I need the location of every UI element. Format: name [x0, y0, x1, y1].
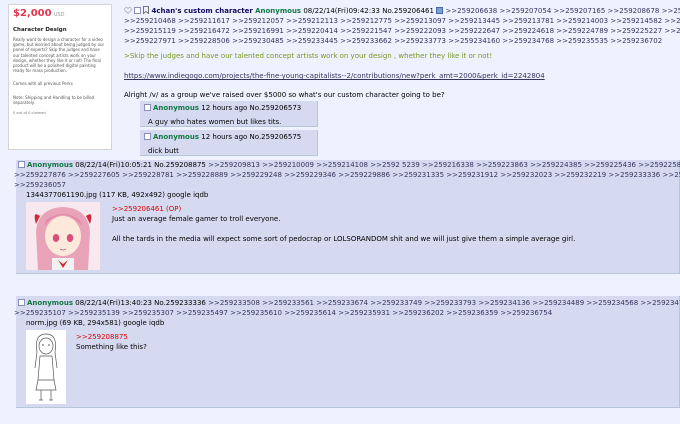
post-datetime: 08/22/14(Fri)13:40:23: [75, 299, 152, 307]
post-quote[interactable]: >>259206461 (OP): [112, 204, 181, 214]
poster-name: Anonymous: [27, 161, 74, 169]
post-checkbox[interactable]: [134, 7, 142, 14]
perk-includes: Comes with all previous Perks: [13, 81, 73, 87]
quotelinks-row-1[interactable]: >>259206638 >>259207054 >>259207165 >>25…: [445, 7, 680, 15]
post-body-line-1: Just an average female gamer to troll ev…: [112, 215, 281, 223]
inline-reply-2: Anonymous 12 hours ago No.259206575 dick…: [140, 130, 318, 156]
quotelinks-row-4[interactable]: >>259227971 >>259228506 >>259230485 >>25…: [124, 36, 662, 46]
post-image[interactable]: [26, 202, 100, 270]
op-link[interactable]: https://www.indiegogo.com/projects/the-f…: [124, 71, 545, 81]
post-image[interactable]: [26, 330, 66, 404]
quotelinks-row-3[interactable]: >>259215119 >>259216472 >>259216991 >>25…: [124, 26, 680, 36]
post-time: 12 hours ago: [201, 133, 248, 141]
perk-currency: USD: [53, 12, 65, 18]
post-number[interactable]: No.259208875: [154, 161, 206, 169]
reply-post-259208875: Anonymous 08/22/14(Fri)10:05:21 No.25920…: [14, 160, 680, 274]
perk-price: $2,000: [13, 8, 52, 19]
post-body-line-1: Something like this?: [76, 343, 147, 351]
file-link[interactable]: 1344377061190.jpg (117 KB, 492x492) goog…: [26, 191, 208, 199]
poster-name: Anonymous: [153, 133, 200, 141]
post-number[interactable]: No.259206573: [250, 104, 302, 112]
post-checkbox[interactable]: [18, 161, 25, 168]
op-image-thumbnail[interactable]: $2,000 USD Character Design Really want …: [8, 4, 112, 150]
poster-name: Anonymous: [27, 299, 74, 307]
anime-girl-image: [26, 202, 100, 270]
reply-post-259233336: Anonymous 08/22/14(Fri)13:40:23 No.25923…: [14, 296, 680, 408]
post-time: 12 hours ago: [201, 104, 248, 112]
poster-name: Anonymous: [255, 7, 302, 15]
post-number[interactable]: No.259206461: [382, 7, 434, 15]
quotelinks-row-2[interactable]: >>259210468 >>259211617 >>259212057 >>25…: [124, 16, 680, 26]
perk-title: Character Design: [13, 27, 67, 33]
post-datetime: 08/22/14(Fri)09:42:33: [303, 7, 381, 15]
post-body-line-2: All the tards in the media will expect s…: [112, 235, 576, 243]
post-number[interactable]: No.259233336: [154, 299, 206, 307]
file-info: 1344377061190.jpg (117 KB, 492x492) goog…: [26, 190, 208, 200]
inline-reply-1: Anonymous 12 hours ago No.259206573 A gu…: [140, 101, 318, 127]
quotelinks-row-1[interactable]: >>259209813 >>259210009 >>259214108 >>25…: [208, 161, 680, 169]
file-info: norm.jpg (69 KB, 294x581) google iqdb: [26, 318, 164, 328]
quotelinks-row-1[interactable]: >>259233508 >>259233561 >>259233674 >>25…: [208, 299, 680, 307]
reply-text: A guy who hates women but likes tits.: [148, 118, 282, 126]
op-greentext: >Skip the judges and have our talented c…: [124, 52, 493, 60]
post-checkbox[interactable]: [144, 104, 151, 111]
post-datetime: 08/22/14(Fri)10:05:21: [75, 161, 152, 169]
reply-text: dick butt: [148, 147, 179, 155]
post-number[interactable]: No.259206575: [250, 133, 302, 141]
post-checkbox[interactable]: [18, 299, 25, 306]
sketch-girl-image: [26, 330, 66, 404]
file-link[interactable]: norm.jpg (69 KB, 294x581) google iqdb: [26, 319, 164, 327]
poster-name: Anonymous: [153, 104, 200, 112]
op-body: Alright /v/ as a group we've raised over…: [124, 91, 445, 99]
quotelinks-row-3[interactable]: >>259236057: [14, 180, 66, 190]
perk-claimed: 0 out of 0 claimed: [13, 111, 46, 116]
post-subject: 4chan's custom character: [151, 7, 253, 15]
quotelinks-row-2[interactable]: >>259227876 >>259227605 >>259228781 >>25…: [14, 170, 680, 180]
quotelinks-row-2[interactable]: >>259235107 >>259235139 >>259235307 >>25…: [14, 308, 552, 318]
post-quote[interactable]: >>259208875: [76, 332, 128, 342]
post-checkbox[interactable]: [144, 133, 151, 140]
perk-description: Really want to design a character for a …: [13, 37, 105, 74]
perk-note: Note: Shipping and Handling to be billed…: [13, 94, 95, 105]
